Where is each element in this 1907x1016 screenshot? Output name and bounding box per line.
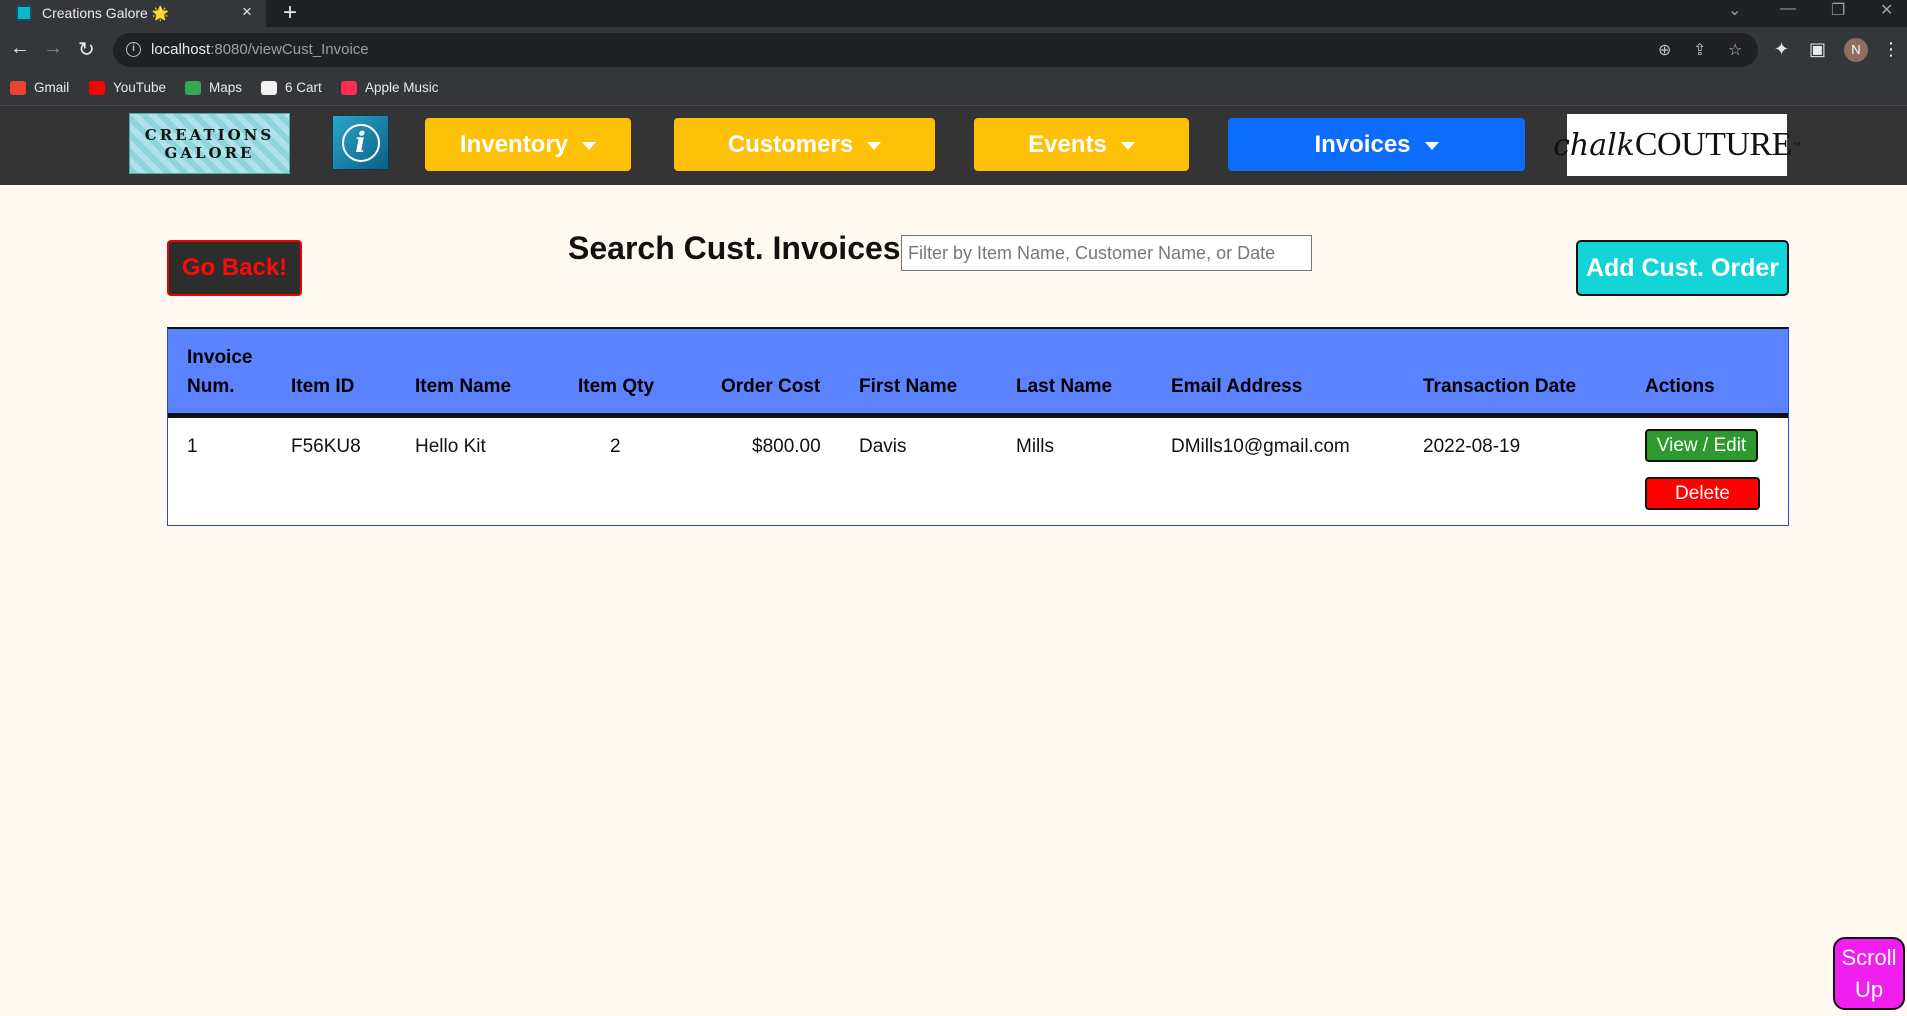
header-email: Email Address xyxy=(1171,376,1303,397)
new-tab-icon[interactable]: + xyxy=(283,0,297,27)
search-input[interactable] xyxy=(901,235,1312,271)
close-tab-icon[interactable]: × xyxy=(242,2,252,22)
address-bar[interactable]: i localhost:8080/viewCust_Invoice ⊕ ⇪ ☆ xyxy=(113,33,1758,67)
info-icon: i xyxy=(341,123,380,162)
cell-last-name: Mills xyxy=(1016,436,1054,457)
events-dropdown[interactable]: Events xyxy=(974,118,1189,171)
cell-first-name: Davis xyxy=(859,436,907,457)
bookmark-star-icon[interactable]: ☆ xyxy=(1728,40,1742,60)
back-icon[interactable]: ← xyxy=(10,37,30,60)
bookmark-gmail[interactable]: Gmail xyxy=(10,80,69,95)
header-first-name: First Name xyxy=(859,376,958,397)
app-navbar: CREATIONS GALORE i Inventory Customers E… xyxy=(0,106,1907,185)
caret-down-icon xyxy=(582,142,597,150)
scroll-up-button[interactable]: Scroll Up xyxy=(1833,937,1905,1010)
bookmarks-bar: Gmail YouTube Maps 6 Cart Apple Music xyxy=(0,73,1907,106)
add-cust-order-button[interactable]: Add Cust. Order xyxy=(1576,240,1789,296)
zoom-icon[interactable]: ⊕ xyxy=(1658,40,1671,60)
cell-invoice-num: 1 xyxy=(187,436,198,457)
caret-down-icon xyxy=(1424,142,1439,150)
reload-icon[interactable]: ↻ xyxy=(78,37,95,62)
gmail-icon xyxy=(10,80,26,95)
bookmark-apple-music[interactable]: Apple Music xyxy=(341,80,439,95)
tab-title: Creations Galore 🌟 xyxy=(42,5,170,21)
browser-tab[interactable]: Creations Galore 🌟 × xyxy=(0,0,266,27)
amazon-icon xyxy=(261,80,277,95)
creations-galore-logo[interactable]: CREATIONS GALORE xyxy=(129,113,290,174)
invoices-dropdown[interactable]: Invoices xyxy=(1228,118,1525,171)
maps-icon xyxy=(185,80,201,95)
profile-avatar[interactable]: N xyxy=(1844,38,1868,62)
youtube-icon xyxy=(89,80,105,95)
apple-music-icon xyxy=(341,80,357,95)
cell-order-cost: $800.00 xyxy=(752,436,821,457)
invoices-table: Invoice Num. Item ID Item Name Item Qty … xyxy=(167,327,1789,526)
minimize-icon[interactable]: — xyxy=(1780,0,1796,18)
customers-dropdown[interactable]: Customers xyxy=(674,118,935,171)
header-last-name: Last Name xyxy=(1016,376,1113,397)
url-text[interactable]: localhost:8080/viewCust_Invoice xyxy=(151,41,369,58)
bookmark-maps[interactable]: Maps xyxy=(185,80,242,95)
inventory-dropdown[interactable]: Inventory xyxy=(425,118,631,171)
browser-toolbar: ← → ↻ i localhost:8080/viewCust_Invoice … xyxy=(0,27,1907,73)
info-button[interactable]: i xyxy=(332,115,389,170)
extensions-icon[interactable]: ✦ xyxy=(1774,39,1789,60)
search-label: Search Cust. Invoices: xyxy=(568,230,912,266)
bookmark-youtube[interactable]: YouTube xyxy=(89,80,166,95)
caret-down-icon xyxy=(1120,142,1135,150)
browser-tabstrip: Creations Galore 🌟 × + ⌄ — ❐ ✕ xyxy=(0,0,1907,27)
bookmark-6-cart[interactable]: 6 Cart xyxy=(261,80,322,95)
chalk-couture-logo[interactable]: chalk COUTURE ™ xyxy=(1553,114,1801,176)
restore-icon[interactable]: ❐ xyxy=(1831,0,1845,20)
share-icon[interactable]: ⇪ xyxy=(1693,40,1706,60)
delete-button[interactable]: Delete xyxy=(1645,477,1760,510)
side-panel-icon[interactable]: ▣ xyxy=(1809,39,1826,60)
go-back-button[interactable]: Go Back! xyxy=(167,240,302,296)
header-invoice-num: Invoice Num. xyxy=(187,347,253,397)
header-transaction-date: Transaction Date xyxy=(1423,376,1577,397)
header-item-qty: Item Qty xyxy=(578,376,655,397)
header-item-id: Item ID xyxy=(291,376,355,397)
cell-email: DMills10@gmail.com xyxy=(1171,436,1350,457)
table-header: Invoice Num. Item ID Item Name Item Qty … xyxy=(168,329,1788,418)
menu-kebab-icon[interactable]: ⋮ xyxy=(1882,39,1900,60)
cell-item-qty: 2 xyxy=(610,436,621,457)
cell-item-name: Hello Kit xyxy=(415,436,486,457)
forward-icon[interactable]: → xyxy=(43,37,63,60)
close-window-icon[interactable]: ✕ xyxy=(1880,0,1893,20)
header-order-cost: Order Cost xyxy=(721,376,821,397)
favicon-icon xyxy=(16,5,32,21)
caret-down-icon xyxy=(867,142,882,150)
cell-item-id: F56KU8 xyxy=(291,436,361,457)
view-edit-button[interactable]: View / Edit xyxy=(1645,429,1758,462)
cell-transaction-date: 2022-08-19 xyxy=(1423,436,1521,457)
tab-search-icon[interactable]: ⌄ xyxy=(1728,0,1741,20)
header-actions: Actions xyxy=(1645,376,1715,397)
header-item-name: Item Name xyxy=(415,376,512,397)
site-info-icon[interactable]: i xyxy=(126,42,141,57)
